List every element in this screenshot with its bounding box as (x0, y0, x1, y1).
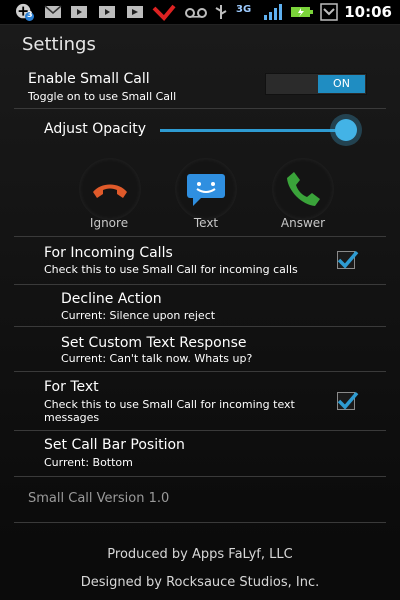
text-button[interactable] (175, 158, 237, 220)
divider (14, 522, 386, 523)
answer-button[interactable] (272, 158, 334, 220)
toggle-on-label: ON (318, 75, 365, 93)
for-text-checkbox[interactable] (337, 391, 359, 410)
incoming-calls-summary: Check this to use Small Call for incomin… (44, 263, 298, 276)
message-icon (187, 174, 225, 206)
enable-small-call-title: Enable Small Call (28, 71, 150, 87)
media-icon (71, 6, 87, 18)
ignore-button[interactable] (79, 158, 141, 220)
video-icon (99, 6, 115, 18)
notification-badge: 3 (27, 10, 33, 19)
status-bar: 3 3G 10:06 (0, 0, 400, 25)
divider (14, 476, 386, 477)
divider (14, 236, 386, 237)
divider (14, 326, 386, 327)
answer-label: Answer (280, 216, 326, 230)
clock: 10:06 (344, 3, 392, 21)
opacity-slider-track[interactable] (160, 129, 350, 132)
decline-phone-icon (93, 184, 127, 198)
divider (14, 371, 386, 372)
designed-by-text: Designed by Rocksauce Studios, Inc. (80, 575, 320, 590)
adjust-opacity-title: Adjust Opacity (44, 121, 147, 137)
battery-icon (291, 7, 313, 17)
notification-check-icon (320, 3, 338, 21)
custom-text-summary: Current: Can't talk now. Whats up? (61, 352, 253, 365)
decline-action-title: Decline Action (61, 291, 162, 307)
add-notification-icon (16, 3, 34, 21)
incoming-calls-title: For Incoming Calls (44, 245, 173, 261)
opacity-slider-thumb[interactable] (335, 119, 358, 141)
download-icon (127, 6, 143, 18)
for-text-summary-line2: messages (44, 411, 100, 424)
checkmark-icon (337, 391, 359, 410)
produced-by-text: Produced by Apps FaLyf, LLC (107, 547, 293, 562)
answer-phone-icon (287, 172, 320, 206)
enable-small-call-summary: Toggle on to use Small Call (28, 90, 177, 103)
network-type: 3G (236, 4, 252, 15)
page-title: Settings (22, 34, 96, 55)
call-bar-position-summary: Current: Bottom (44, 456, 133, 469)
call-bar-position-title: Set Call Bar Position (44, 437, 185, 453)
signal-icon (264, 4, 282, 20)
gmail-icon (44, 5, 62, 18)
ignore-label: Ignore (89, 216, 129, 230)
divider (14, 430, 386, 431)
for-text-title: For Text (44, 379, 99, 395)
divider (14, 108, 386, 109)
settings-screen: Settings Enable Small Call Toggle on to … (0, 25, 400, 600)
enable-small-call-toggle[interactable]: ON (265, 73, 367, 95)
voicemail-icon (185, 8, 207, 18)
text-label: Text (193, 216, 219, 230)
divider (14, 284, 386, 285)
custom-text-title: Set Custom Text Response (61, 335, 247, 351)
usb-icon (215, 5, 227, 19)
version-text: Small Call Version 1.0 (28, 491, 170, 506)
incoming-calls-checkbox[interactable] (337, 250, 359, 269)
decline-action-summary: Current: Silence upon reject (61, 309, 216, 322)
verizon-check-icon (152, 4, 176, 21)
for-text-summary-line1: Check this to use Small Call for incomin… (44, 398, 295, 411)
checkmark-icon (337, 250, 359, 269)
